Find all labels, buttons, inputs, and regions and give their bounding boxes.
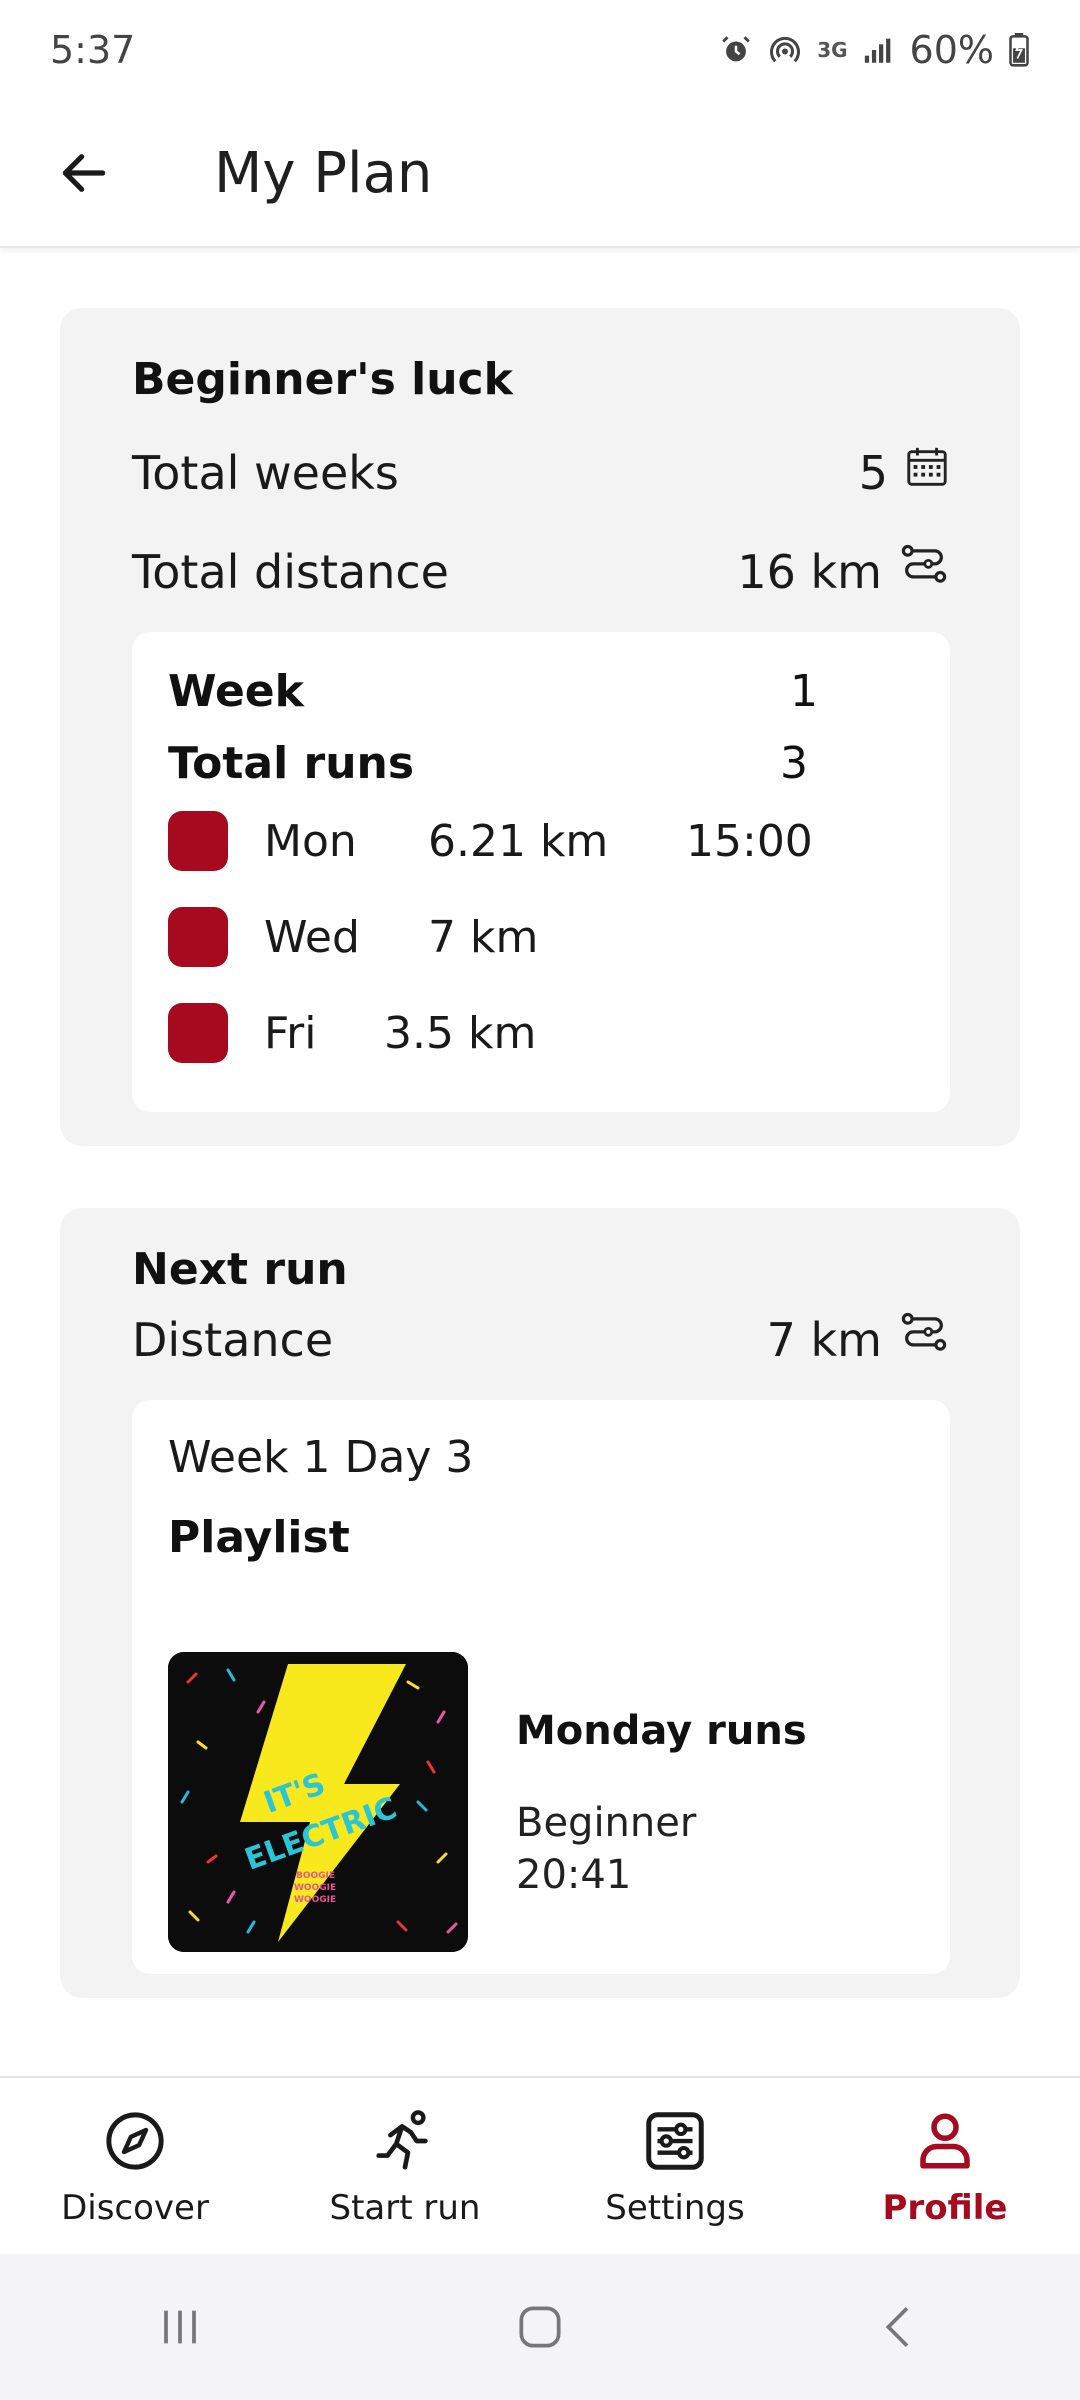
nav-discover[interactable]: Discover — [0, 2078, 270, 2254]
route-icon — [898, 1308, 950, 1371]
nav-label: Discover — [61, 2188, 209, 2228]
recent-apps-button[interactable] — [120, 2277, 240, 2377]
recent-apps-icon — [164, 2310, 196, 2344]
alarm-icon — [719, 33, 753, 67]
run-row-wed: Wed 7 km — [168, 906, 928, 968]
svg-text:BOOGIE: BOOGIE — [296, 1871, 335, 1881]
lightning-artwork: IT'S ELECTRIC BOOGIE WOOGIE WOOGIE — [168, 1652, 468, 1952]
run-day: Wed — [264, 911, 360, 963]
next-run-distance-row: Distance 7 km — [132, 1308, 950, 1371]
bottom-nav: Discover Start run Settings Profile — [0, 2076, 1080, 2254]
plan-card: Beginner's luck Total weeks 5 Total dist… — [60, 308, 1020, 1146]
run-row-fri: Fri 3.5 km — [168, 1002, 928, 1064]
run-day: Mon — [264, 815, 357, 867]
battery-level: 60% — [909, 28, 994, 72]
week-day-label: Week 1 Day 3 — [168, 1432, 474, 1483]
nav-settings[interactable]: Settings — [540, 2078, 810, 2254]
system-back-button[interactable] — [840, 2277, 960, 2377]
run-row-mon: Mon 6.21 km 15:00 — [168, 810, 928, 872]
svg-text:WOOGIE: WOOGIE — [294, 1883, 336, 1893]
battery-icon — [1008, 33, 1030, 67]
run-distance: 3.5 km — [384, 1007, 537, 1059]
playlist-level: Beginner — [516, 1800, 697, 1846]
app-bar: My Plan — [0, 100, 1080, 248]
nav-profile[interactable]: Profile — [810, 2078, 1080, 2254]
nav-label: Start run — [329, 2188, 481, 2228]
run-checkbox[interactable] — [168, 811, 228, 871]
status-icons: 3G 60% — [719, 28, 1030, 72]
total-weeks-label: Total weeks — [132, 445, 399, 500]
total-weeks-value: 5 — [858, 445, 888, 500]
run-time: 15:00 — [686, 815, 813, 867]
total-weeks-row: Total weeks 5 — [132, 444, 950, 501]
run-distance: 7 km — [428, 911, 539, 963]
nav-label: Profile — [882, 2188, 1008, 2228]
run-checkbox[interactable] — [168, 907, 228, 967]
playlist-cover[interactable]: IT'S ELECTRIC BOOGIE WOOGIE WOOGIE — [168, 1652, 468, 1952]
person-icon — [912, 2104, 978, 2178]
status-time: 5:37 — [50, 28, 136, 72]
next-run-distance-value: 7 km — [766, 1312, 882, 1367]
week-value: 1 — [790, 666, 818, 717]
run-distance: 6.21 km — [428, 815, 609, 867]
total-runs-value: 3 — [780, 738, 808, 789]
week-detail-panel: Week 1 Total runs 3 Mon 6.21 km 15:00 We… — [132, 632, 950, 1112]
next-run-card: Next run Distance 7 km Week 1 Day 3 Play… — [60, 1208, 1020, 1998]
calendar-icon — [904, 444, 950, 501]
week-label: Week — [168, 666, 304, 717]
sliders-icon — [640, 2104, 710, 2178]
playlist-duration: 20:41 — [516, 1852, 632, 1898]
nav-start-run[interactable]: Start run — [270, 2078, 540, 2254]
chevron-left-icon — [885, 2307, 909, 2347]
home-icon — [519, 2306, 561, 2348]
route-icon — [898, 540, 950, 603]
signal-icon — [862, 33, 896, 67]
total-distance-label: Total distance — [132, 544, 449, 599]
network-type-icon: 3G — [817, 38, 848, 62]
home-button[interactable] — [480, 2277, 600, 2377]
run-checkbox[interactable] — [168, 1003, 228, 1063]
next-run-title: Next run — [132, 1244, 348, 1295]
plan-name: Beginner's luck — [132, 354, 513, 405]
next-run-distance-label: Distance — [132, 1312, 334, 1367]
hotspot-icon — [767, 32, 803, 68]
total-distance-value: 16 km — [737, 544, 882, 599]
nav-label: Settings — [605, 2188, 745, 2228]
arrow-left-icon — [62, 154, 106, 192]
back-button[interactable] — [44, 133, 124, 213]
svg-text:WOOGIE: WOOGIE — [294, 1895, 336, 1905]
compass-icon — [102, 2104, 168, 2178]
total-distance-row: Total distance 16 km — [132, 540, 950, 603]
status-bar: 5:37 3G 60% — [0, 0, 1080, 100]
run-day: Fri — [264, 1007, 317, 1059]
system-nav-bar — [0, 2254, 1080, 2400]
playlist-label: Playlist — [168, 1512, 350, 1563]
page-title: My Plan — [214, 140, 433, 206]
total-runs-label: Total runs — [168, 738, 415, 789]
playlist-name[interactable]: Monday runs — [516, 1708, 807, 1754]
running-icon — [370, 2104, 440, 2178]
next-run-detail-panel: Week 1 Day 3 Playlist IT'S ELECTRIC BOOG… — [132, 1400, 950, 1974]
